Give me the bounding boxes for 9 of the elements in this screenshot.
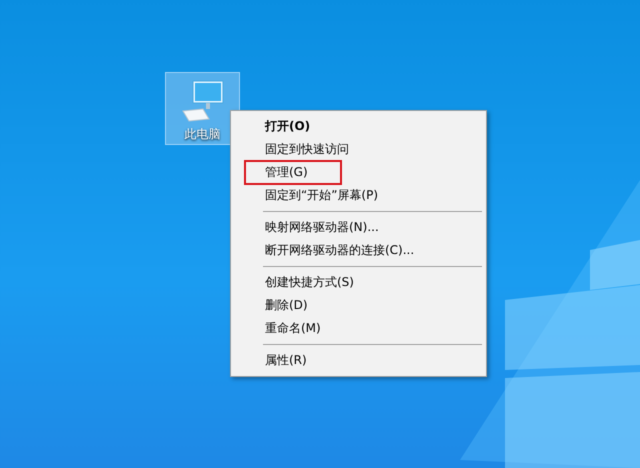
menu-item[interactable]: 创建快捷方式(S) (233, 271, 484, 294)
menu-item[interactable]: 映射网络驱动器(N)... (233, 216, 484, 239)
menu-item[interactable]: 删除(D) (233, 294, 484, 317)
menu-item[interactable]: 固定到“开始”屏幕(P) (233, 184, 484, 207)
menu-item[interactable]: 管理(G) (245, 161, 341, 184)
menu-item[interactable]: 断开网络驱动器的连接(C)... (233, 239, 484, 262)
menu-item[interactable]: 属性(R) (233, 349, 484, 372)
menu-item[interactable]: 重命名(M) (233, 317, 484, 340)
desktop-icon-label: 此电脑 (184, 126, 220, 143)
